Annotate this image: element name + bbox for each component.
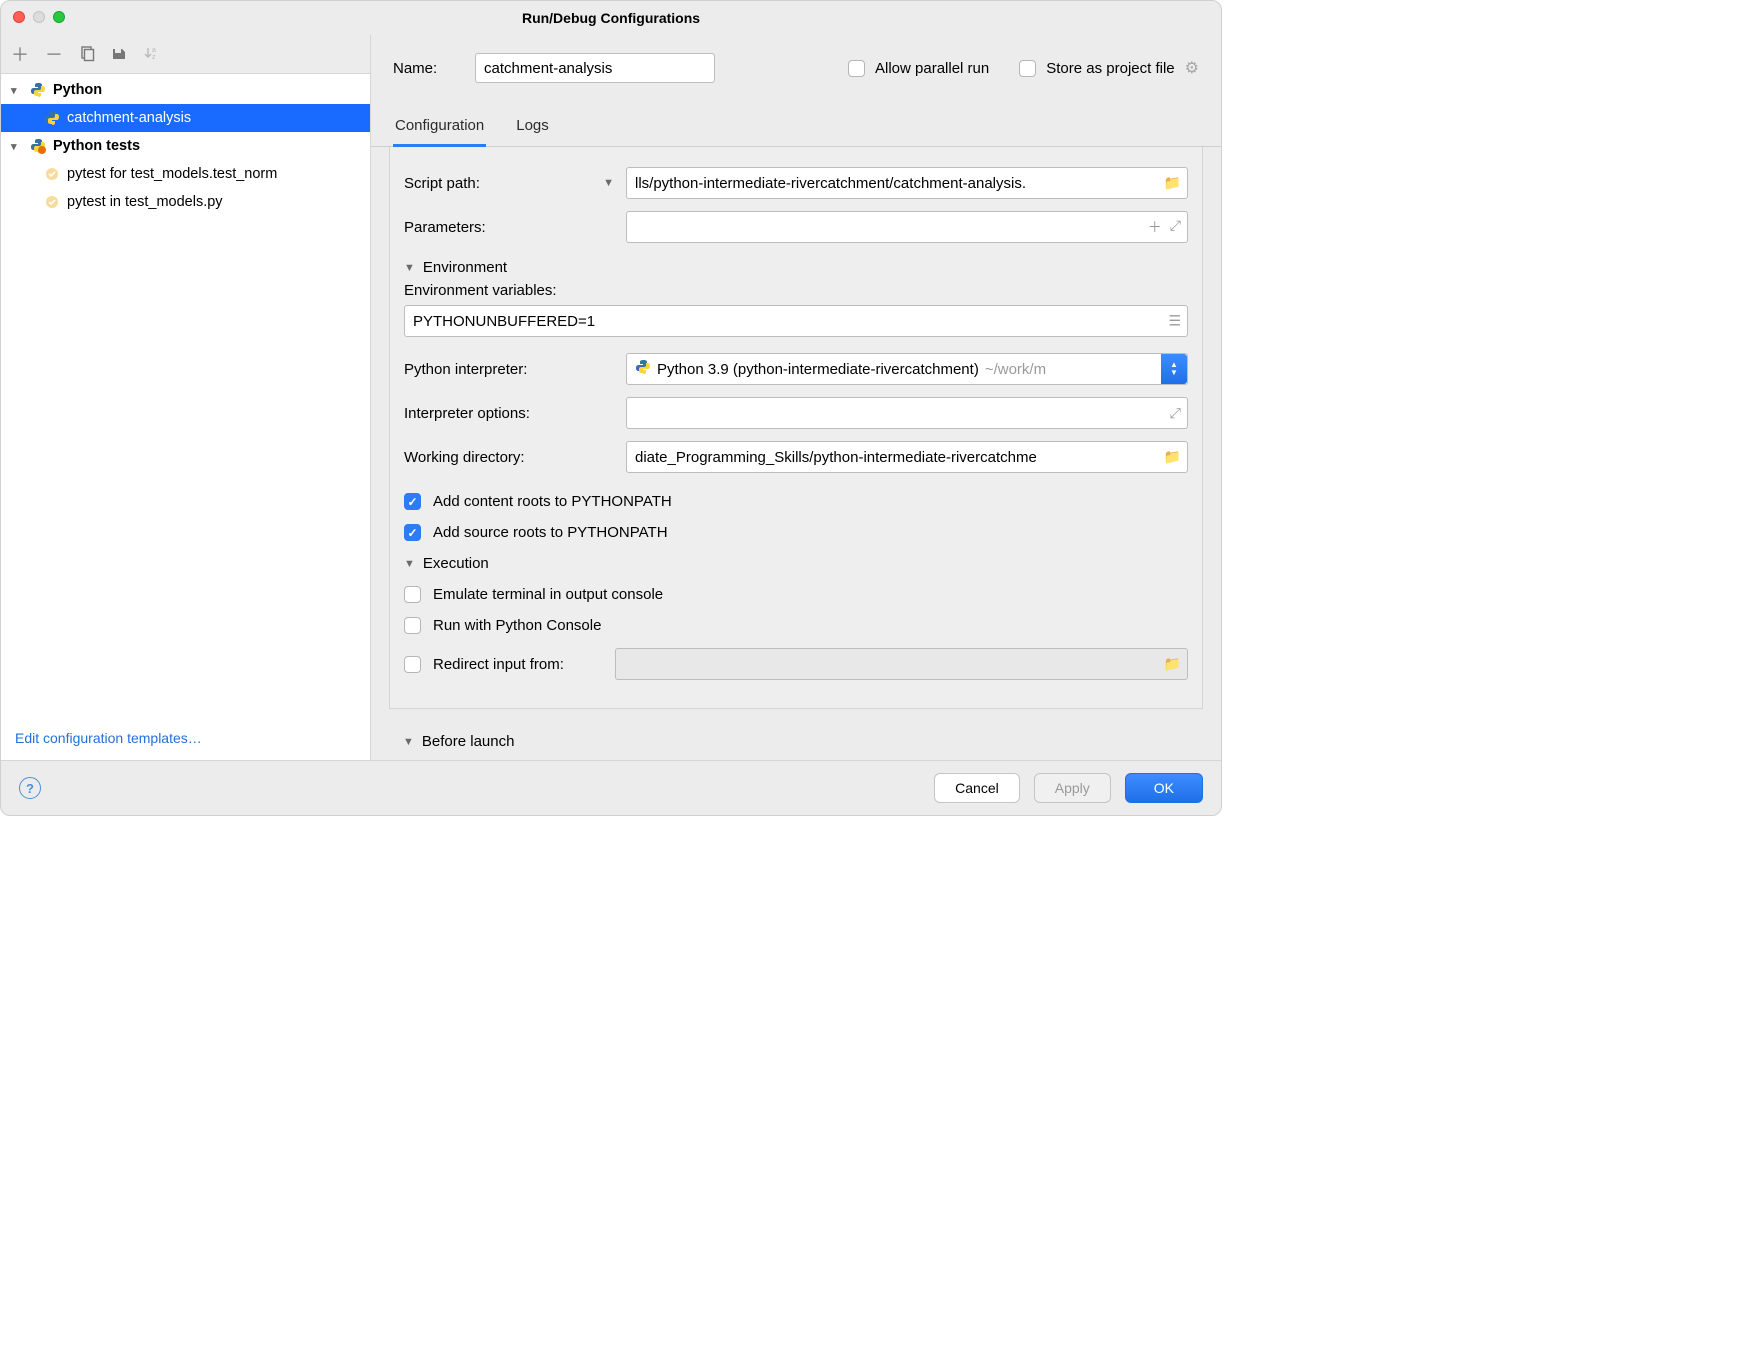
cancel-button[interactable]: Cancel (934, 773, 1020, 803)
python-interpreter-select[interactable]: Python 3.9 (python-intermediate-rivercat… (626, 353, 1188, 385)
expand-icon[interactable]: ⤢ (1170, 405, 1181, 422)
checkbox-icon[interactable] (404, 617, 421, 634)
configurations-tree[interactable]: ▾ Python catchment-analysis ▾ (1, 74, 370, 760)
save-configuration-icon[interactable] (111, 46, 127, 62)
minimize-window-icon (33, 11, 45, 23)
dialog-footer: ? Cancel Apply OK (1, 760, 1221, 815)
window-title: Run/Debug Configurations (522, 10, 700, 26)
remove-configuration-icon[interactable]: － (45, 41, 63, 67)
help-icon[interactable]: ? (19, 777, 41, 799)
tree-item-catchment-analysis[interactable]: catchment-analysis (1, 104, 370, 132)
svg-text:a: a (152, 47, 156, 54)
config-tabs: Configuration Logs (371, 117, 1221, 147)
environment-section-heading[interactable]: ▼ Environment (404, 259, 1188, 276)
tree-item-pytest-test-models-test-norm[interactable]: pytest for test_models.test_norm (1, 160, 370, 188)
working-dir-input[interactable]: diate_Programming_Skills/python-intermed… (626, 441, 1188, 473)
tree-item-label: pytest in test_models.py (67, 194, 223, 210)
pytest-icon (43, 166, 61, 182)
interpreter-label: Python interpreter: (404, 361, 527, 378)
configurations-sidebar: ＋ － az ▾ Python (1, 35, 371, 760)
chevron-down-icon: ▾ (11, 84, 23, 97)
python-tests-icon (29, 138, 47, 154)
stepper-icon[interactable]: ▲▼ (1161, 354, 1187, 384)
allow-parallel-run-label: Allow parallel run (875, 60, 989, 77)
interpreter-options-input[interactable]: ⤢ (626, 397, 1188, 429)
list-icon[interactable]: ☰ (1168, 313, 1181, 330)
expand-icon[interactable]: ⤢ (1170, 217, 1181, 237)
add-source-roots-option[interactable]: Add source roots to PYTHONPATH (404, 524, 1188, 541)
python-icon (29, 82, 47, 98)
zoom-window-icon[interactable] (53, 11, 65, 23)
folder-icon[interactable]: 📁 (1164, 175, 1181, 192)
chevron-down-icon: ▼ (404, 262, 415, 274)
apply-button: Apply (1034, 773, 1111, 803)
env-vars-input[interactable]: PYTHONUNBUFFERED=1 ☰ (404, 305, 1188, 337)
working-dir-label: Working directory: (404, 449, 525, 466)
checkbox-icon[interactable] (404, 586, 421, 603)
chevron-down-icon: ▼ (403, 736, 414, 748)
sort-configurations-icon[interactable]: az (143, 46, 159, 62)
before-launch-section[interactable]: ▼ Before launch (389, 723, 1203, 760)
tree-group-label: Python tests (53, 138, 140, 154)
tree-item-pytest-in-test-models[interactable]: pytest in test_models.py (1, 188, 370, 216)
checkbox-icon[interactable] (404, 524, 421, 541)
env-vars-label: Environment variables: (404, 282, 1188, 299)
folder-icon[interactable]: 📁 (1164, 449, 1181, 466)
interpreter-options-label: Interpreter options: (404, 405, 530, 422)
parameters-input[interactable]: ＋ ⤢ (626, 211, 1188, 243)
copy-configuration-icon[interactable] (79, 46, 95, 62)
add-configuration-icon[interactable]: ＋ (11, 41, 29, 67)
tree-item-label: pytest for test_models.test_norm (67, 166, 277, 182)
name-input[interactable] (475, 53, 715, 83)
checkbox-icon[interactable] (1019, 60, 1036, 77)
window-controls (13, 11, 65, 23)
tree-item-label: catchment-analysis (67, 110, 191, 126)
pytest-icon (43, 194, 61, 210)
tree-group-python[interactable]: ▾ Python (1, 76, 370, 104)
tab-logs[interactable]: Logs (514, 117, 551, 146)
store-as-project-file-option[interactable]: Store as project file ⚙ (1019, 58, 1199, 78)
execution-section-heading[interactable]: ▼ Execution (404, 555, 1188, 572)
redirect-input-path: 📁 (615, 648, 1188, 680)
python-icon (635, 359, 651, 379)
python-icon (43, 110, 61, 126)
chevron-down-icon: ▾ (11, 140, 23, 153)
store-as-project-file-label: Store as project file (1046, 60, 1174, 77)
plus-icon[interactable]: ＋ (1148, 217, 1162, 237)
add-content-roots-option[interactable]: Add content roots to PYTHONPATH (404, 493, 1188, 510)
redirect-input-option[interactable]: Redirect input from: 📁 (404, 648, 1188, 680)
checkbox-icon[interactable] (848, 60, 865, 77)
emulate-terminal-option[interactable]: Emulate terminal in output console (404, 586, 1188, 603)
sidebar-toolbar: ＋ － az (1, 35, 370, 74)
chevron-down-icon[interactable]: ▼ (603, 177, 614, 189)
allow-parallel-run-option[interactable]: Allow parallel run (848, 60, 989, 77)
parameters-label: Parameters: (404, 219, 486, 236)
gear-icon[interactable]: ⚙ (1185, 58, 1199, 78)
tab-configuration[interactable]: Configuration (393, 117, 486, 147)
tree-group-python-tests[interactable]: ▾ Python tests (1, 132, 370, 160)
script-path-input[interactable]: lls/python-intermediate-rivercatchment/c… (626, 167, 1188, 199)
tree-group-label: Python (53, 82, 102, 98)
ok-button[interactable]: OK (1125, 773, 1203, 803)
run-debug-configurations-dialog: Run/Debug Configurations ＋ － az ▾ (0, 0, 1222, 816)
edit-configuration-templates-link[interactable]: Edit configuration templates… (15, 730, 202, 746)
titlebar: Run/Debug Configurations (1, 1, 1221, 35)
folder-icon: 📁 (1164, 656, 1181, 673)
configuration-editor: Name: Allow parallel run Store as projec… (371, 35, 1221, 760)
script-path-label[interactable]: Script path: ▼ (404, 175, 614, 192)
name-label: Name: (393, 60, 453, 77)
chevron-down-icon: ▼ (404, 558, 415, 570)
checkbox-icon[interactable] (404, 493, 421, 510)
close-window-icon[interactable] (13, 11, 25, 23)
run-with-console-option[interactable]: Run with Python Console (404, 617, 1188, 634)
configuration-panel: Script path: ▼ lls/python-intermediate-r… (389, 147, 1203, 709)
checkbox-icon[interactable] (404, 656, 421, 673)
svg-text:z: z (152, 54, 156, 61)
